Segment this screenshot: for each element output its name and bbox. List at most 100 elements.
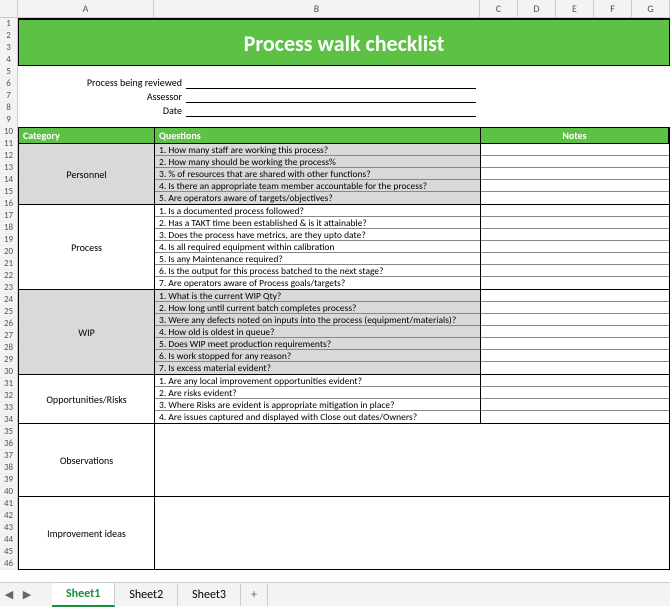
row-header-43[interactable]: 43 (0, 522, 17, 534)
row-header-36[interactable]: 36 (0, 438, 17, 450)
notes-cell[interactable] (481, 180, 669, 192)
col-header-c[interactable]: C (480, 0, 518, 17)
question-cell[interactable]: 7. Is excess material evident? (155, 362, 480, 374)
meta-input-reviewed[interactable] (186, 77, 476, 89)
freeform-cell[interactable] (155, 497, 669, 569)
row-header-2[interactable]: 2 (0, 30, 17, 42)
notes-cell[interactable] (481, 338, 669, 350)
sheet-tab-2[interactable]: Sheet2 (115, 584, 178, 606)
row-header-14[interactable]: 14 (0, 174, 17, 186)
row-header-39[interactable]: 39 (0, 474, 17, 486)
row-header-33[interactable]: 33 (0, 402, 17, 414)
row-header-23[interactable]: 23 (0, 282, 17, 294)
spreadsheet-grid[interactable]: Process walk checklist Process being rev… (18, 18, 670, 582)
row-header-3[interactable]: 3 (0, 42, 17, 54)
freeform-cell[interactable] (155, 424, 669, 496)
row-header-44[interactable]: 44 (0, 534, 17, 546)
question-cell[interactable]: 5. Does WIP meet production requirements… (155, 338, 480, 350)
row-header-20[interactable]: 20 (0, 246, 17, 258)
notes-cell[interactable] (481, 192, 669, 204)
question-cell[interactable]: 3. Does the process have metrics, are th… (155, 229, 480, 241)
row-header-45[interactable]: 45 (0, 546, 17, 558)
row-header-40[interactable]: 40 (0, 486, 17, 498)
meta-input-assessor[interactable] (186, 91, 476, 103)
notes-cell[interactable] (481, 375, 669, 387)
row-header-28[interactable]: 28 (0, 342, 17, 354)
sheet-tab-3[interactable]: Sheet3 (178, 584, 241, 606)
question-cell[interactable]: 1. Is a documented process followed? (155, 205, 480, 217)
row-header-34[interactable]: 34 (0, 414, 17, 426)
question-cell[interactable]: 5. Are operators aware of targets/object… (155, 192, 480, 204)
row-header-15[interactable]: 15 (0, 186, 17, 198)
question-cell[interactable]: 6. Is the output for this process batche… (155, 265, 480, 277)
row-header-18[interactable]: 18 (0, 222, 17, 234)
row-header-46[interactable]: 46 (0, 558, 17, 570)
sheet-nav-next[interactable]: ▶ (18, 588, 36, 601)
notes-cell[interactable] (481, 314, 669, 326)
question-cell[interactable]: 3. Were any defects noted on inputs into… (155, 314, 480, 326)
notes-cell[interactable] (481, 350, 669, 362)
question-cell[interactable]: 2. How many should be working the proces… (155, 156, 480, 168)
question-cell[interactable]: 7. Are operators aware of Process goals/… (155, 277, 480, 289)
question-cell[interactable]: 6. Is work stopped for any reason? (155, 350, 480, 362)
row-header-24[interactable]: 24 (0, 294, 17, 306)
row-header-25[interactable]: 25 (0, 306, 17, 318)
row-header-42[interactable]: 42 (0, 510, 17, 522)
row-header-1[interactable]: 1 (0, 18, 17, 30)
notes-cell[interactable] (481, 217, 669, 229)
row-header-38[interactable]: 38 (0, 462, 17, 474)
question-cell[interactable]: 2. Are risks evident? (155, 387, 480, 399)
row-header-21[interactable]: 21 (0, 258, 17, 270)
question-cell[interactable]: 2. Has a TAKT time been established & is… (155, 217, 480, 229)
meta-input-date[interactable] (186, 105, 476, 117)
col-header-b[interactable]: B (154, 0, 480, 17)
sheet-tab-add[interactable]: + (241, 584, 268, 606)
row-header-32[interactable]: 32 (0, 390, 17, 402)
question-cell[interactable]: 4. Are issues captured and displayed wit… (155, 411, 480, 423)
notes-cell[interactable] (481, 205, 669, 217)
notes-cell[interactable] (481, 265, 669, 277)
row-header-22[interactable]: 22 (0, 270, 17, 282)
row-header-30[interactable]: 30 (0, 366, 17, 378)
row-header-13[interactable]: 13 (0, 162, 17, 174)
row-header-6[interactable]: 6 (0, 78, 17, 90)
row-header-27[interactable]: 27 (0, 330, 17, 342)
question-cell[interactable]: 3. % of resources that are shared with o… (155, 168, 480, 180)
notes-cell[interactable] (481, 411, 669, 423)
row-header-7[interactable]: 7 (0, 90, 17, 102)
row-header-35[interactable]: 35 (0, 426, 17, 438)
col-header-a[interactable]: A (18, 0, 154, 17)
row-header-16[interactable]: 16 (0, 198, 17, 210)
notes-cell[interactable] (481, 362, 669, 374)
notes-cell[interactable] (481, 253, 669, 265)
question-cell[interactable]: 3. Where Risks are evident is appropriat… (155, 399, 480, 411)
notes-cell[interactable] (481, 229, 669, 241)
notes-cell[interactable] (481, 387, 669, 399)
notes-cell[interactable] (481, 326, 669, 338)
question-cell[interactable]: 5. Is any Maintenance required? (155, 253, 480, 265)
row-header-12[interactable]: 12 (0, 150, 17, 162)
row-header-19[interactable]: 19 (0, 234, 17, 246)
row-header-26[interactable]: 26 (0, 318, 17, 330)
row-header-9[interactable]: 9 (0, 114, 17, 126)
question-cell[interactable]: 1. What is the current WIP Qty? (155, 290, 480, 302)
question-cell[interactable]: 1. Are any local improvement opportuniti… (155, 375, 480, 387)
row-header-37[interactable]: 37 (0, 450, 17, 462)
notes-cell[interactable] (481, 156, 669, 168)
row-header-29[interactable]: 29 (0, 354, 17, 366)
notes-cell[interactable] (481, 241, 669, 253)
row-header-8[interactable]: 8 (0, 102, 17, 114)
row-header-4[interactable]: 4 (0, 54, 17, 66)
col-header-g[interactable]: G (632, 0, 670, 17)
col-header-f[interactable]: F (594, 0, 632, 17)
row-header-11[interactable]: 11 (0, 138, 17, 150)
notes-cell[interactable] (481, 168, 669, 180)
row-header-10[interactable]: 10 (0, 126, 17, 138)
row-header-17[interactable]: 17 (0, 210, 17, 222)
question-cell[interactable]: 4. Is there an appropriate team member a… (155, 180, 480, 192)
notes-cell[interactable] (481, 302, 669, 314)
sheet-nav-prev[interactable]: ◀ (0, 588, 18, 601)
question-cell[interactable]: 2. How long until current batch complete… (155, 302, 480, 314)
notes-cell[interactable] (481, 290, 669, 302)
row-header-41[interactable]: 41 (0, 498, 17, 510)
